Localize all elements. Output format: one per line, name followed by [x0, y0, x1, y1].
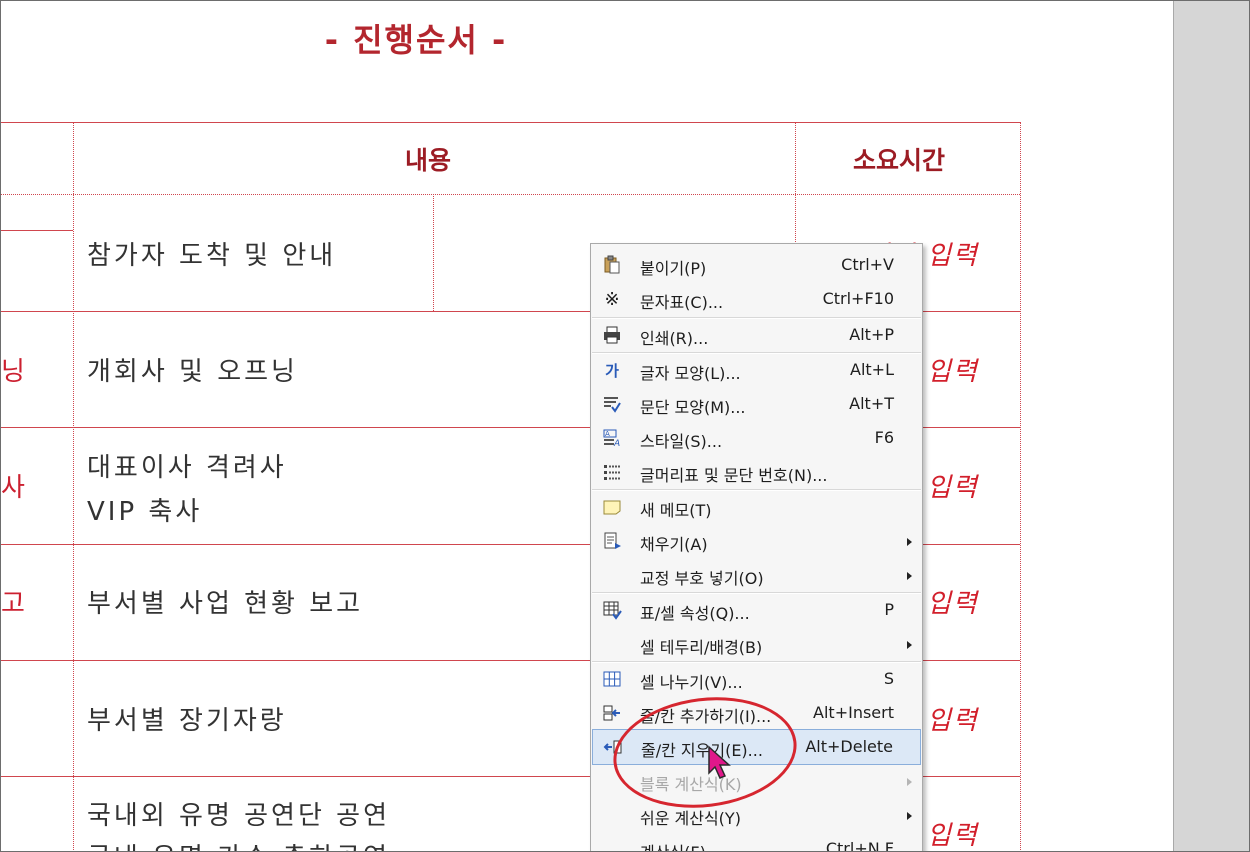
submenu-arrow-icon	[907, 778, 912, 786]
table-column-line	[1020, 122, 1021, 851]
menu-item-print[interactable]: 인쇄(R)... Alt+P	[592, 318, 921, 352]
menu-item-table-cell-properties[interactable]: 표/셀 속성(Q)... P	[592, 593, 921, 627]
content-cell[interactable]: 개회사 및 오프닝	[87, 351, 298, 388]
menu-item-formula[interactable]: 계산식(F)... Ctrl+N,F	[592, 832, 921, 851]
page-margin-area	[1173, 1, 1249, 851]
table-column-line	[433, 194, 434, 311]
menu-item-paragraph-shape[interactable]: 문단 모양(M)... Alt+T	[592, 387, 921, 421]
left-column-fragment: 고	[1, 589, 25, 619]
content-cell[interactable]: 참가자 도착 및 안내	[87, 235, 336, 272]
left-column-fragment: 닝	[1, 357, 25, 387]
table-border-line	[1, 230, 73, 231]
insert-row-col-icon	[601, 703, 623, 723]
print-icon	[601, 325, 623, 345]
split-cell-icon	[601, 669, 623, 689]
content-cell-line2[interactable]: VIP 축사	[87, 491, 202, 528]
menu-item-style[interactable]: AA 스타일(S)... F6	[592, 421, 921, 455]
document-window: - 진행순서 - 내용 소요시간 참가자 도착 및 안내 소요시간 입력 닝 개…	[0, 0, 1250, 852]
symbol-icon: ※	[604, 288, 620, 310]
submenu-arrow-icon	[907, 572, 912, 580]
mouse-cursor-icon	[708, 745, 731, 779]
memo-icon	[601, 497, 623, 517]
content-cell[interactable]: 대표이사 격려사	[87, 447, 287, 484]
menu-item-paste[interactable]: 붙이기(P) Ctrl+V	[592, 248, 921, 282]
svg-text:A: A	[605, 430, 610, 438]
menu-item-proofreading-marks[interactable]: 교정 부호 넣기(O)	[592, 558, 921, 592]
paste-icon	[601, 255, 623, 275]
content-cell[interactable]: 부서별 사업 현황 보고	[87, 583, 363, 620]
submenu-arrow-icon	[907, 538, 912, 546]
header-content: 내용	[405, 146, 452, 175]
document-title: - 진행순서 -	[324, 21, 508, 59]
char-shape-icon: 가	[605, 361, 619, 380]
table-border-line	[1, 194, 1020, 195]
menu-item-split-cell[interactable]: 셀 나누기(V)... S	[592, 662, 921, 696]
menu-item-new-memo[interactable]: 새 메모(T)	[592, 490, 921, 524]
content-cell[interactable]: 국내외 유명 공연단 공연	[87, 795, 390, 832]
fill-icon	[601, 531, 623, 551]
paragraph-shape-icon	[601, 394, 623, 414]
table-border-line	[1, 122, 1020, 123]
menu-item-fill[interactable]: 채우기(A)	[592, 524, 921, 558]
menu-item-cell-border-background[interactable]: 셀 테두리/배경(B)	[592, 627, 921, 661]
bullet-numbering-icon	[601, 462, 623, 482]
content-cell[interactable]: 부서별 장기자랑	[87, 700, 287, 737]
table-cell-props-icon	[601, 600, 623, 620]
table-column-line	[73, 122, 74, 851]
menu-item-bullets-numbering[interactable]: 글머리표 및 문단 번호(N)...	[592, 455, 921, 489]
menu-item-symbols[interactable]: ※ 문자표(C)... Ctrl+F10	[592, 282, 921, 316]
left-column-fragment: 사	[1, 473, 25, 503]
style-icon: AA	[601, 428, 623, 448]
svg-text:A: A	[613, 439, 620, 448]
submenu-arrow-icon	[907, 641, 912, 649]
submenu-arrow-icon	[907, 812, 912, 820]
content-cell-line2[interactable]: 국내 유명 가수 축하공연	[87, 837, 390, 851]
menu-item-char-shape[interactable]: 가 글자 모양(L)... Alt+L	[592, 353, 921, 387]
menu-item-easy-formula[interactable]: 쉬운 계산식(Y)	[592, 798, 921, 832]
header-duration: 소요시간	[853, 146, 946, 175]
